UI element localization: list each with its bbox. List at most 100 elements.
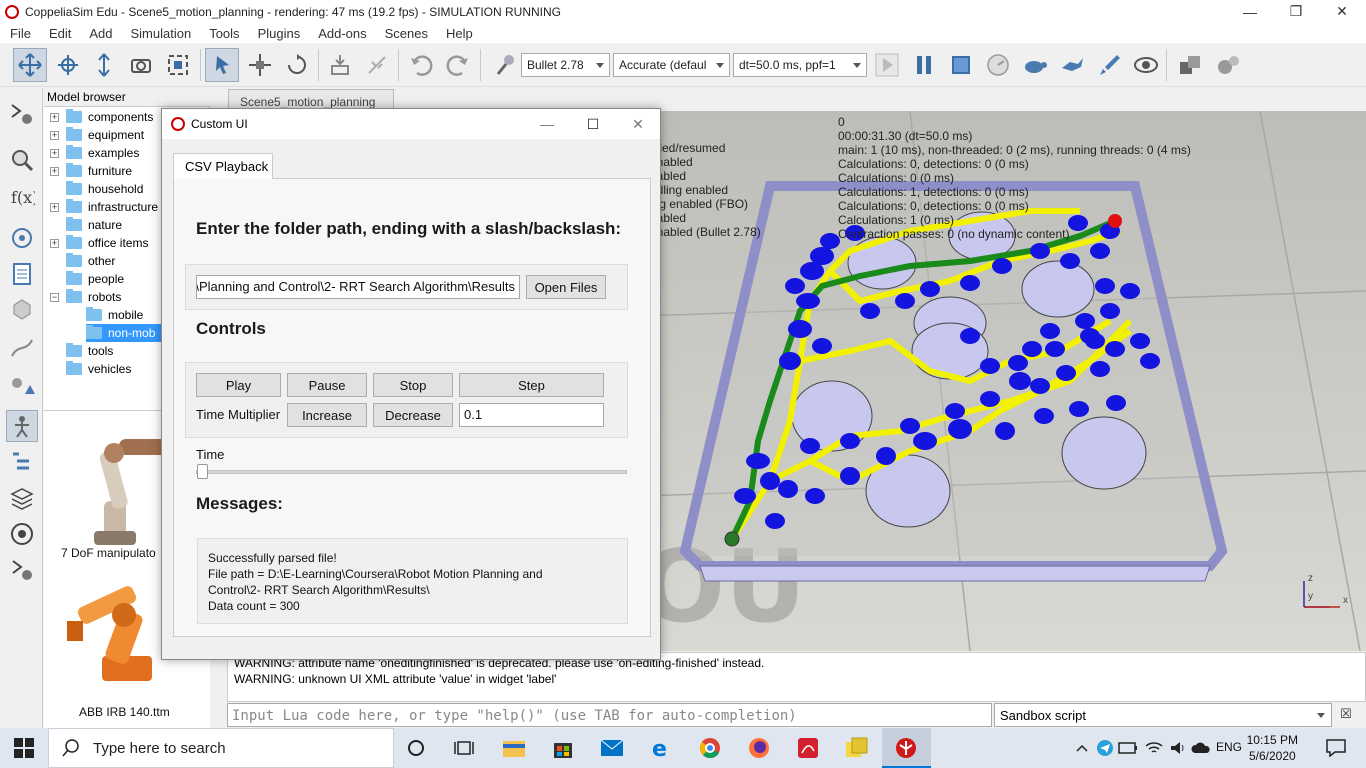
transfer-dna-icon[interactable] <box>360 48 394 82</box>
taskbar-coppeliasim-active[interactable] <box>882 728 931 768</box>
slow-down-icon[interactable] <box>1018 48 1052 82</box>
close-icon[interactable]: ✕ <box>1319 0 1365 23</box>
restore-icon[interactable]: ❐ <box>1273 0 1319 23</box>
menu-addons[interactable]: Add-ons <box>308 26 374 41</box>
camera-angle-icon[interactable] <box>124 48 158 82</box>
tree-item-furniture[interactable]: + furniture <box>50 162 132 180</box>
video-recorder-icon[interactable] <box>6 518 38 550</box>
expand-icon[interactable]: + <box>50 148 59 158</box>
mail-icon[interactable] <box>598 734 626 762</box>
tree-item-vehicles[interactable]: vehicles <box>66 360 131 378</box>
battery-icon[interactable] <box>1114 734 1142 762</box>
time-slider-track[interactable] <box>196 470 627 474</box>
tree-item-other[interactable]: other <box>66 252 115 270</box>
menu-simulation[interactable]: Simulation <box>121 26 200 41</box>
expand-icon[interactable]: + <box>50 130 59 140</box>
engine-accuracy-select[interactable]: Accurate (defaul <box>613 53 730 77</box>
language-indicator[interactable]: ENG <box>1216 740 1242 754</box>
pause-button[interactable]: Pause <box>287 373 367 397</box>
chrome-icon[interactable] <box>696 734 724 762</box>
scene-hierarchy-toggle-icon[interactable] <box>6 446 38 478</box>
tree-item-tools[interactable]: tools <box>66 342 113 360</box>
assemble-icon[interactable] <box>323 48 357 82</box>
calculation-modules-icon[interactable] <box>6 222 38 254</box>
physics-engine-select[interactable]: Bullet 2.78 <box>521 53 610 77</box>
sticky-notes-icon[interactable] <box>843 734 871 762</box>
expand-icon[interactable]: + <box>50 112 59 122</box>
edge-icon[interactable]: e <box>647 734 675 762</box>
notifications-icon[interactable] <box>1322 734 1350 762</box>
expand-icon[interactable]: + <box>50 238 59 248</box>
dynamics-toggle-icon[interactable] <box>488 48 522 82</box>
cortana-icon[interactable] <box>402 734 430 762</box>
time-multiplier-input[interactable]: 0.1 <box>459 403 604 427</box>
tree-item-examples[interactable]: + examples <box>50 144 139 162</box>
step-button[interactable]: Step <box>459 373 604 397</box>
open-files-button[interactable]: Open Files <box>526 275 606 299</box>
menu-file[interactable]: File <box>0 26 39 41</box>
play-icon[interactable] <box>870 48 904 82</box>
tree-item-office-items[interactable]: + office items <box>50 234 148 252</box>
scene-hierarchy-icon[interactable] <box>1173 48 1207 82</box>
store-icon[interactable] <box>549 734 577 762</box>
camera-pan-icon[interactable] <box>13 48 47 82</box>
play-button[interactable]: Play <box>196 373 281 397</box>
taskbar-search-box[interactable]: Type here to search <box>48 728 394 768</box>
layers-icon[interactable] <box>6 482 38 514</box>
tab-csv-playback[interactable]: CSV Playback <box>173 153 273 179</box>
menu-plugins[interactable]: Plugins <box>248 26 309 41</box>
tree-item-robots[interactable]: − robots <box>50 288 121 306</box>
object-rotate-icon[interactable] <box>280 48 314 82</box>
task-view-icon[interactable] <box>450 734 478 762</box>
onedrive-icon[interactable] <box>1187 734 1215 762</box>
maximize-icon[interactable]: ☐ <box>570 109 616 139</box>
menu-add[interactable]: Add <box>79 26 120 41</box>
redo-icon[interactable] <box>441 48 475 82</box>
menu-scenes[interactable]: Scenes <box>375 26 436 41</box>
script-target-select[interactable]: Sandbox script <box>994 703 1332 727</box>
file-explorer-icon[interactable] <box>500 734 528 762</box>
folder-path-field[interactable]: Planning and Control\2- RRT Search Algor… <box>196 275 520 299</box>
expand-icon[interactable]: + <box>50 202 59 212</box>
undo-icon[interactable] <box>404 48 438 82</box>
tree-item-nature[interactable]: nature <box>66 216 122 234</box>
timestep-select[interactable]: dt=50.0 ms, ppf=1 <box>733 53 867 77</box>
firefox-icon[interactable] <box>745 734 773 762</box>
tree-item-mobile[interactable]: mobile <box>86 306 143 324</box>
speed-up-icon[interactable] <box>1055 48 1089 82</box>
settings-icon[interactable] <box>1211 48 1245 82</box>
acrobat-icon[interactable] <box>794 734 822 762</box>
taskbar-clock[interactable]: 10:15 PM 5/6/2020 <box>1247 732 1298 764</box>
minimize-icon[interactable]: — <box>524 109 570 139</box>
simulation-settings-icon[interactable] <box>6 98 38 130</box>
scripts-icon[interactable] <box>6 258 38 290</box>
realtime-icon[interactable] <box>981 48 1015 82</box>
close-icon[interactable]: ✕ <box>615 109 661 139</box>
tree-item-equipment[interactable]: + equipment <box>50 126 144 144</box>
model-browser-toggle-icon[interactable] <box>6 410 38 442</box>
time-slider-handle[interactable] <box>197 464 208 479</box>
pause-icon[interactable] <box>907 48 941 82</box>
clear-console-icon[interactable]: ☒ <box>1336 706 1356 724</box>
increase-button[interactable]: Increase <box>287 403 367 427</box>
camera-rotate-icon[interactable] <box>51 48 85 82</box>
menu-edit[interactable]: Edit <box>39 26 79 41</box>
tree-item-components[interactable]: + components <box>50 108 153 126</box>
tree-item-infrastructure[interactable]: + infrastructure <box>50 198 158 216</box>
function-icon[interactable]: f(x) <box>6 181 38 213</box>
windows-start-icon[interactable] <box>10 734 38 762</box>
minimize-icon[interactable]: — <box>1227 0 1273 23</box>
threaded-rendering-icon[interactable] <box>1093 48 1127 82</box>
menu-tools[interactable]: Tools <box>199 26 247 41</box>
decrease-button[interactable]: Decrease <box>373 403 453 427</box>
shape-edit-icon[interactable] <box>6 293 38 325</box>
menu-help[interactable]: Help <box>436 26 481 41</box>
camera-shift-icon[interactable] <box>87 48 121 82</box>
tree-item-household[interactable]: household <box>66 180 143 198</box>
tree-item-people[interactable]: people <box>66 270 124 288</box>
collections-icon[interactable] <box>6 371 38 403</box>
object-shift-icon[interactable] <box>243 48 277 82</box>
click-select-icon[interactable] <box>205 48 239 82</box>
stop-button[interactable]: Stop <box>373 373 453 397</box>
search-icon[interactable] <box>6 144 38 176</box>
